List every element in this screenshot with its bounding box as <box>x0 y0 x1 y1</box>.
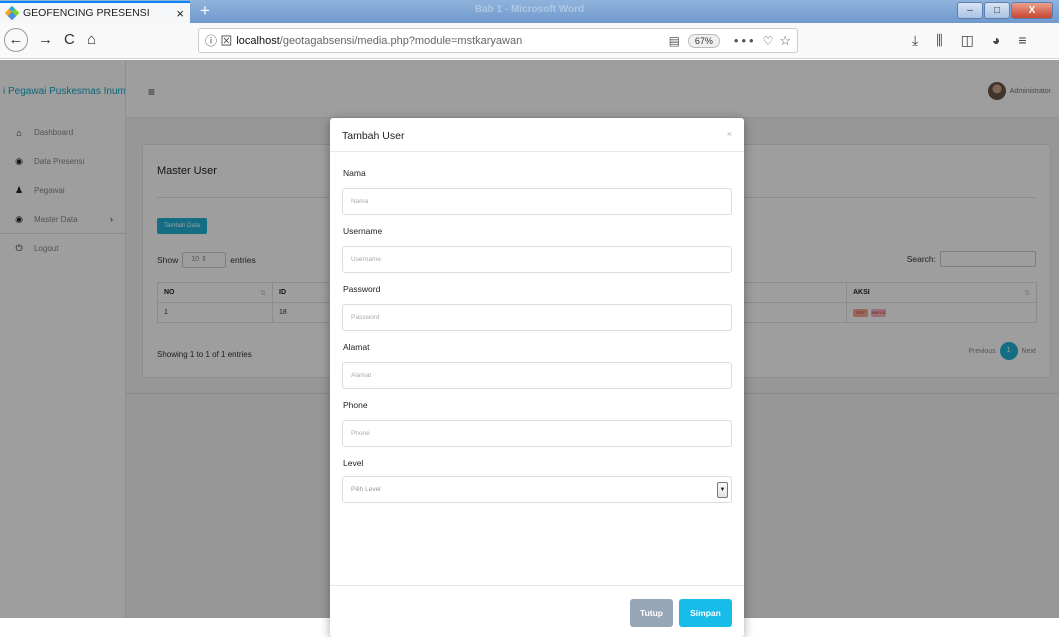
nama-label: Nama <box>343 168 366 178</box>
modal-header: Tambah User × <box>330 118 744 152</box>
url-text[interactable]: localhost/geotagabsensi/media.php?module… <box>236 35 668 47</box>
alamat-label: Alamat <box>343 342 370 352</box>
browser-tab[interactable]: GEOFENCING PRESENSI × <box>0 1 190 23</box>
reader-view-icon[interactable]: ▤ <box>669 34 680 48</box>
extension-icon[interactable]: ◕ <box>992 32 1000 49</box>
site-info-icon[interactable]: ⓘ ⊠ <box>205 32 232 49</box>
username-input[interactable] <box>342 246 732 273</box>
add-user-modal: Tambah User × Nama Username Password Ala… <box>330 118 744 637</box>
password-input[interactable] <box>342 304 732 331</box>
new-tab-button[interactable]: + <box>200 1 210 21</box>
chevron-down-icon: ▼ <box>717 482 728 498</box>
close-tab-icon[interactable]: × <box>176 6 184 21</box>
app-favicon-icon <box>4 5 20 21</box>
phone-input[interactable] <box>342 420 732 447</box>
menu-icon[interactable]: ≡ <box>1018 32 1026 49</box>
bookmark-star-icon[interactable]: ☆ <box>779 33 791 49</box>
level-selected: Pilih Level <box>351 486 381 493</box>
level-select[interactable]: Pilih Level ▼ <box>342 476 732 503</box>
zoom-level[interactable]: 67% <box>687 33 720 48</box>
home-button[interactable]: ⌂ <box>87 31 96 48</box>
phone-label: Phone <box>343 400 368 410</box>
address-bar[interactable]: ⓘ ⊠ localhost/geotagabsensi/media.php?mo… <box>198 28 798 53</box>
more-actions-icon[interactable]: ••• <box>734 33 757 48</box>
app-viewport: i Pegawai Puskesmas Inum ⌂ Dashboard ◉ D… <box>0 60 1059 637</box>
reload-button[interactable]: C <box>64 31 75 48</box>
nama-input[interactable] <box>342 188 732 215</box>
modal-title: Tambah User <box>342 130 405 142</box>
window-close-button[interactable]: X <box>1011 2 1053 19</box>
password-label: Password <box>343 284 381 294</box>
save-button[interactable]: Simpan <box>679 599 732 627</box>
sidebar-toggle-icon[interactable]: ◫ <box>961 32 974 49</box>
username-label: Username <box>343 226 383 236</box>
close-button[interactable]: Tutup <box>630 599 673 627</box>
window-titlebar: Bab 1 - Microsoft Word GEOFENCING PRESEN… <box>0 0 1059 23</box>
modal-footer-divider <box>330 585 744 586</box>
download-icon[interactable]: ⤓ <box>912 32 918 49</box>
alamat-input[interactable] <box>342 362 732 389</box>
minimize-button[interactable]: – <box>957 2 983 19</box>
browser-navbar: ← → C ⌂ ⓘ ⊠ localhost/geotagabsensi/medi… <box>0 23 1059 59</box>
library-icon[interactable]: ⫼ <box>936 32 942 49</box>
tab-title: GEOFENCING PRESENSI <box>23 7 150 19</box>
url-host: localhost <box>236 34 280 47</box>
maximize-button[interactable]: □ <box>984 2 1010 19</box>
browser-toolbar-right: ⤓ ⫼ ◫ ◕ ≡ <box>912 32 1027 49</box>
back-button[interactable]: ← <box>4 28 28 52</box>
forward-button[interactable]: → <box>38 31 53 48</box>
close-icon[interactable]: × <box>727 129 732 139</box>
pocket-icon[interactable]: ♡ <box>763 34 774 48</box>
window-controls: – □ X <box>957 2 1053 19</box>
level-label: Level <box>343 458 364 468</box>
url-path: /geotagabsensi/media.php?module=mstkarya… <box>279 34 523 47</box>
